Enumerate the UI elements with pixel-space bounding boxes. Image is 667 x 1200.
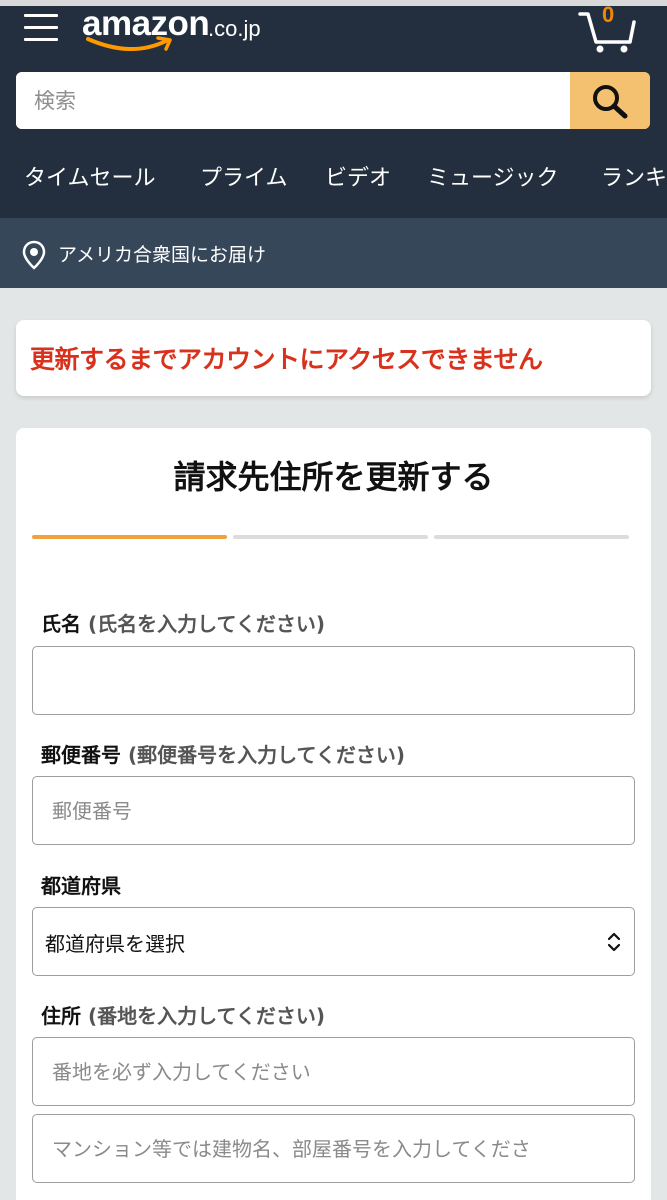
cart-button[interactable]: 0 [578, 2, 638, 54]
postal-hint: (郵便番号を入力してください) [127, 743, 406, 767]
page: amazon .co.jp 0 検索 タイムセール プライム ビデオ ミュージッ… [0, 0, 667, 1200]
amazon-logo[interactable]: amazon .co.jp [82, 4, 282, 54]
postal-field [32, 776, 635, 845]
name-label-text: 氏名 [41, 612, 81, 636]
search-bar [16, 72, 650, 129]
search-input[interactable] [16, 72, 570, 129]
address-line1-input[interactable] [33, 1038, 634, 1105]
billing-form: 請求先住所を更新する 氏名 (氏名を入力してください) 郵便番号 (郵便番号を入… [16, 428, 651, 1200]
nav-item-prime[interactable]: プライム [200, 160, 288, 192]
prefecture-label: 都道府県 [41, 870, 121, 899]
address-label-text: 住所 [41, 1004, 81, 1028]
account-alert: 更新するまでアカウントにアクセスできません [16, 320, 651, 396]
form-title: 請求先住所を更新する [173, 458, 494, 496]
prefecture-select[interactable]: 都道府県を選択 [32, 907, 635, 976]
postal-label: 郵便番号 (郵便番号を入力してください) [41, 739, 405, 768]
name-input[interactable] [33, 647, 634, 714]
name-hint: (氏名を入力してください) [87, 612, 326, 636]
nav-item-music[interactable]: ミュージック [427, 160, 559, 192]
prefecture-select-value: 都道府県を選択 [45, 932, 185, 956]
prefecture-label-text: 都道府県 [41, 874, 121, 898]
nav-item-video[interactable]: ビデオ [325, 160, 391, 192]
address-hint: (番地を入力してください) [87, 1004, 326, 1028]
address-line1-field [32, 1037, 635, 1106]
location-pin-icon [22, 240, 46, 270]
header: amazon .co.jp 0 検索 タイムセール プライム ビデオ ミュージッ… [0, 0, 667, 218]
nav-item-timesale[interactable]: タイムセール [24, 160, 156, 192]
name-label: 氏名 (氏名を入力してください) [41, 608, 325, 637]
postal-label-text: 郵便番号 [41, 743, 121, 767]
logo-smile-icon [86, 36, 172, 51]
delivery-bar[interactable]: アメリカ合衆国にお届け [0, 218, 667, 288]
alert-message: 更新するまでアカウントにアクセスできません [30, 345, 543, 374]
search-icon [593, 85, 628, 119]
progress-step-3 [434, 535, 629, 539]
nav-item-ranking[interactable]: ランキ [601, 160, 667, 192]
search-button[interactable] [570, 72, 650, 129]
progress-step-2 [233, 535, 428, 539]
postal-code-input[interactable] [33, 777, 634, 844]
nav-bar: タイムセール プライム ビデオ ミュージック ランキ [0, 150, 667, 202]
address-line2-input[interactable] [33, 1115, 634, 1182]
address-label: 住所 (番地を入力してください) [41, 1000, 325, 1029]
logo-tld: .co.jp [208, 16, 261, 41]
progress-step-1 [32, 535, 227, 539]
cart-count: 0 [602, 2, 615, 27]
name-field [32, 646, 635, 715]
address-line2-field [32, 1114, 635, 1183]
delivery-location: アメリカ合衆国にお届け [58, 244, 267, 266]
menu-icon[interactable] [24, 12, 58, 44]
select-arrows-icon [607, 932, 621, 952]
